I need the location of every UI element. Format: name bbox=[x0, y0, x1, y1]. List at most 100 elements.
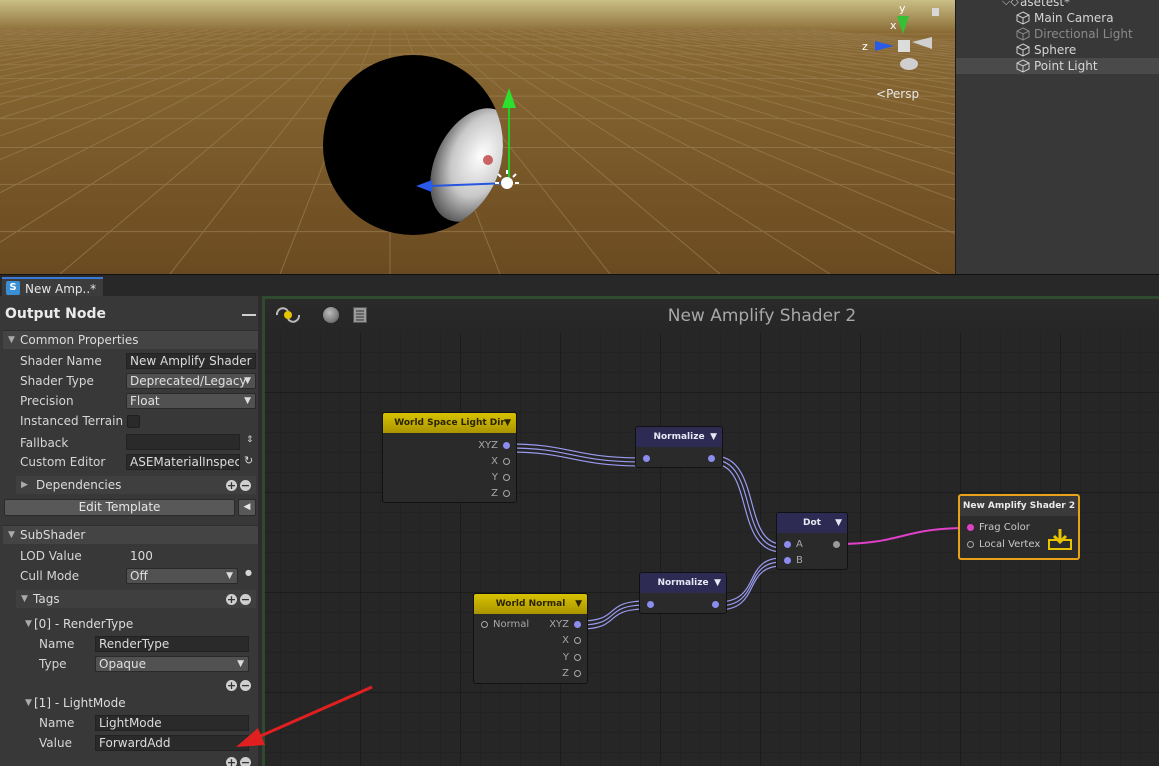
inline-option-dot-icon[interactable]: ● bbox=[245, 568, 252, 577]
shader-type-label: Shader Type bbox=[20, 374, 94, 388]
foldout-open-icon: ▼ bbox=[8, 335, 15, 345]
output-port-xyz[interactable] bbox=[574, 621, 581, 628]
remove-dependency-button[interactable]: − bbox=[240, 480, 251, 491]
output-port[interactable] bbox=[712, 601, 719, 608]
output-port-x[interactable] bbox=[503, 458, 510, 465]
tag-1-foldout[interactable]: ▼ [1] - LightMode bbox=[20, 694, 256, 712]
output-port-xyz[interactable] bbox=[503, 442, 510, 449]
tag-1-name-label: Name bbox=[39, 716, 75, 730]
port-label: Z bbox=[562, 668, 569, 679]
custom-editor-field[interactable]: ASEMaterialInspect bbox=[126, 454, 240, 470]
tags-foldout[interactable]: ▼ Tags bbox=[16, 590, 256, 608]
hierarchy-item-directional-light[interactable]: Directional Light bbox=[956, 26, 1159, 42]
edit-template-dropdown-button[interactable]: ◀ bbox=[238, 499, 256, 516]
add-tag-button[interactable]: + bbox=[226, 594, 237, 605]
node-world-normal[interactable]: World Normal ▼ Normal XYZ X Y Z bbox=[473, 593, 588, 684]
node-header[interactable]: New Amplify Shader 2 bbox=[960, 496, 1078, 516]
port-label: X bbox=[491, 456, 498, 467]
foldout-open-icon: ▼ bbox=[25, 698, 32, 708]
cull-mode-dropdown[interactable]: Off ▼ bbox=[126, 568, 238, 584]
instanced-terrain-label: Instanced Terrain bbox=[20, 414, 124, 428]
hierarchy-item-label: Directional Light bbox=[1034, 27, 1133, 41]
persp-toggle[interactable]: <Persp bbox=[876, 87, 919, 101]
chevron-down-icon[interactable]: ▼ bbox=[714, 573, 721, 593]
remove-tag-item-button[interactable]: − bbox=[240, 757, 251, 766]
shader-name-label: Shader Name bbox=[20, 354, 102, 368]
node-header[interactable]: World Normal ▼ bbox=[474, 594, 587, 614]
output-port-z[interactable] bbox=[574, 670, 581, 677]
hierarchy-scene-label: asetest* bbox=[1020, 0, 1071, 9]
remove-tag-button[interactable]: − bbox=[240, 594, 251, 605]
hierarchy-scene-root[interactable]: ⌵◇ asetest* bbox=[956, 0, 1159, 10]
add-tag-item-button[interactable]: + bbox=[226, 680, 237, 691]
add-dependency-button[interactable]: + bbox=[226, 480, 237, 491]
node-title: World Space Light Dir bbox=[394, 418, 505, 428]
fallback-picker-icon[interactable]: ⇕ bbox=[246, 435, 254, 445]
node-graph-canvas[interactable]: New Amplify Shader 2 World Space Light D… bbox=[262, 296, 1159, 766]
shader-type-dropdown[interactable]: Deprecated/Legacy ▼ bbox=[126, 373, 256, 389]
output-port-y[interactable] bbox=[503, 474, 510, 481]
node-title: Dot bbox=[803, 518, 821, 528]
common-properties-header[interactable]: ▼ Common Properties bbox=[3, 330, 258, 349]
tag-0-foldout[interactable]: ▼ [0] - RenderType bbox=[20, 615, 256, 633]
input-port[interactable] bbox=[647, 601, 654, 608]
output-port-x[interactable] bbox=[574, 637, 581, 644]
node-world-space-light-dir[interactable]: World Space Light Dir ▼ XYZ X Y Z bbox=[382, 412, 517, 503]
precision-dropdown[interactable]: Float ▼ bbox=[126, 393, 256, 409]
hierarchy-item-main-camera[interactable]: Main Camera bbox=[956, 10, 1159, 26]
hierarchy-item-sphere[interactable]: Sphere bbox=[956, 42, 1159, 58]
port-label: Local Vertex bbox=[979, 539, 1041, 550]
input-port-a[interactable] bbox=[784, 541, 791, 548]
input-port-frag-color[interactable] bbox=[967, 524, 974, 531]
remove-tag-item-button[interactable]: − bbox=[240, 680, 251, 691]
section-label: SubShader bbox=[20, 528, 86, 542]
chevron-down-icon[interactable]: ▼ bbox=[504, 413, 511, 433]
node-title: World Normal bbox=[495, 599, 566, 609]
dropdown-arrow-icon: ▼ bbox=[244, 376, 251, 386]
tag-0-type-dropdown[interactable]: Opaque ▼ bbox=[95, 656, 249, 672]
node-header[interactable]: Dot ▼ bbox=[777, 513, 847, 533]
output-port-z[interactable] bbox=[503, 490, 510, 497]
dependencies-foldout[interactable]: ▶ Dependencies bbox=[16, 476, 256, 494]
hierarchy-panel: ⌵◇ asetest* Main Camera Directional Ligh… bbox=[955, 0, 1159, 274]
tag-0-name-field[interactable]: RenderType bbox=[95, 636, 249, 652]
hierarchy-item-point-light[interactable]: Point Light bbox=[956, 58, 1159, 74]
lod-field[interactable]: 100 bbox=[126, 548, 256, 564]
reset-icon[interactable]: ↻ bbox=[244, 454, 253, 467]
chevron-down-icon[interactable]: ▼ bbox=[710, 427, 717, 447]
output-port[interactable] bbox=[708, 455, 715, 462]
node-normalize-1[interactable]: Normalize ▼ bbox=[635, 426, 723, 468]
input-port[interactable] bbox=[643, 455, 650, 462]
scene-view[interactable]: y x z <Persp bbox=[0, 0, 955, 274]
input-port-local-vertex[interactable] bbox=[967, 541, 974, 548]
fallback-label: Fallback bbox=[20, 436, 69, 450]
input-port-normal[interactable] bbox=[481, 621, 488, 628]
minimize-icon[interactable] bbox=[242, 314, 256, 316]
node-header[interactable]: Normalize ▼ bbox=[640, 573, 726, 593]
node-output-master[interactable]: New Amplify Shader 2 Frag Color Local Ve… bbox=[958, 494, 1080, 560]
section-label: Tags bbox=[33, 592, 60, 606]
chevron-down-icon[interactable]: ▼ bbox=[835, 513, 842, 533]
tag-1-name-field[interactable]: LightMode bbox=[95, 715, 249, 731]
node-normalize-2[interactable]: Normalize ▼ bbox=[639, 572, 727, 614]
add-tag-item-button[interactable]: + bbox=[226, 757, 237, 766]
node-header[interactable]: Normalize ▼ bbox=[636, 427, 722, 447]
fallback-field[interactable] bbox=[126, 434, 240, 450]
edit-template-button[interactable]: Edit Template bbox=[4, 499, 235, 516]
output-port-y[interactable] bbox=[574, 654, 581, 661]
output-port[interactable] bbox=[833, 541, 840, 548]
input-port-b[interactable] bbox=[784, 557, 791, 564]
node-header[interactable]: World Space Light Dir ▼ bbox=[383, 413, 516, 433]
foldout-open-icon: ▼ bbox=[21, 594, 28, 604]
chevron-down-icon[interactable]: ▼ bbox=[575, 594, 582, 614]
output-node-panel: Output Node ▼ Common Properties Shader N… bbox=[0, 296, 262, 766]
shader-name-field[interactable]: New Amplify Shader 2 bbox=[126, 353, 256, 369]
node-dot[interactable]: Dot ▼ A B bbox=[776, 512, 848, 570]
port-label: Y bbox=[491, 472, 498, 483]
port-label: A bbox=[796, 539, 803, 550]
subshader-header[interactable]: ▼ SubShader bbox=[3, 525, 258, 544]
tag-1-value-field[interactable]: ForwardAdd bbox=[95, 735, 249, 751]
foldout-closed-icon: ▶ bbox=[21, 480, 28, 490]
instanced-terrain-checkbox[interactable] bbox=[127, 415, 140, 428]
tab-new-amplify-shader[interactable]: S New Amp..* bbox=[2, 277, 103, 297]
